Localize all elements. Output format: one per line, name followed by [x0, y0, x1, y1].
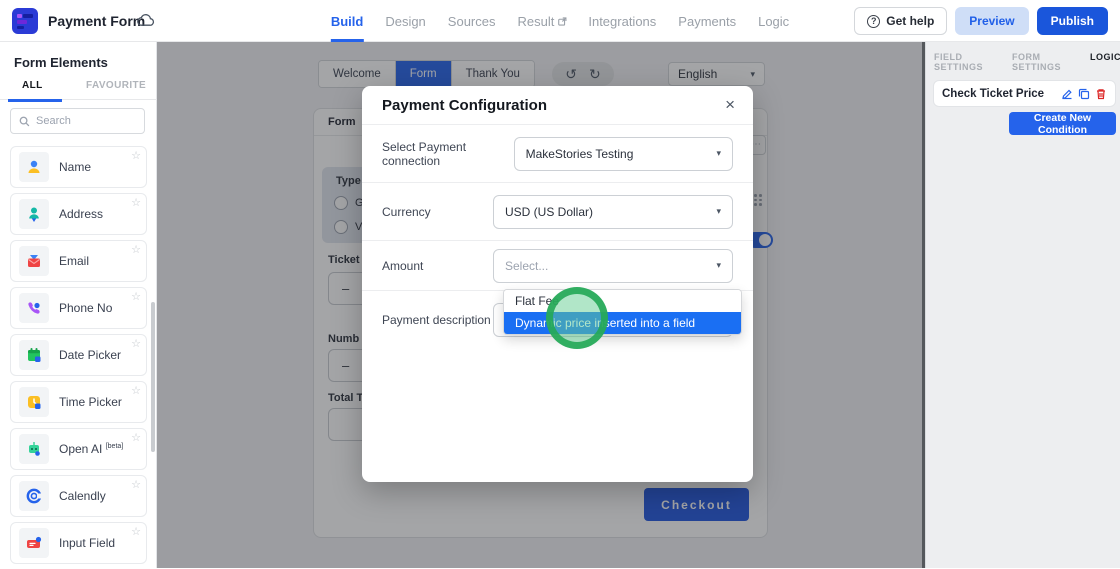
external-link-icon — [557, 17, 566, 26]
duplicate-icon[interactable] — [1078, 88, 1090, 100]
delete-icon[interactable] — [1095, 88, 1107, 100]
condition-card[interactable]: Check Ticket Price — [933, 80, 1116, 107]
favorite-star-icon[interactable]: ☆ — [131, 243, 141, 256]
nav-design[interactable]: Design — [385, 0, 425, 42]
payment-configuration-modal: Payment Configuration × Select Payment c… — [362, 86, 753, 482]
app-logo-icon — [12, 8, 38, 34]
chevron-down-icon: ▾ — [716, 260, 721, 271]
builder-canvas-area: Welcome Form Thank You ↺ ↻ English▾ Form… — [157, 42, 925, 568]
tab-logic[interactable]: LOGIC — [1090, 52, 1120, 72]
tab-field-settings[interactable]: FIELD SETTINGS — [934, 52, 1000, 72]
input-field-icon — [24, 533, 44, 553]
favorite-star-icon[interactable]: ☆ — [131, 337, 141, 350]
nav-logic[interactable]: Logic — [758, 0, 789, 42]
preview-button[interactable]: Preview — [955, 7, 1028, 35]
currency-label: Currency — [382, 205, 431, 219]
payment-connection-select[interactable]: MakeStories Testing▾ — [514, 137, 733, 171]
get-help-button[interactable]: ?Get help — [854, 7, 947, 35]
close-icon[interactable]: × — [725, 95, 735, 115]
favorite-star-icon[interactable]: ☆ — [131, 290, 141, 303]
element-name[interactable]: Name ☆ — [10, 146, 147, 188]
modal-title: Payment Configuration — [382, 97, 547, 114]
chevron-down-icon: ▾ — [716, 148, 721, 159]
element-time-picker[interactable]: Time Picker ☆ — [10, 381, 147, 423]
element-address[interactable]: Address ☆ — [10, 193, 147, 235]
clock-icon — [24, 392, 44, 412]
calendar-icon — [24, 345, 44, 365]
settings-panel: FIELD SETTINGS FORM SETTINGS LOGIC Check… — [925, 42, 1120, 568]
favorite-star-icon[interactable]: ☆ — [131, 149, 141, 162]
sidebar-title: Form Elements — [14, 55, 108, 70]
chevron-down-icon: ▾ — [716, 206, 721, 217]
nav-payments[interactable]: Payments — [678, 0, 736, 42]
search-input[interactable]: Search — [10, 108, 145, 134]
phone-icon — [24, 298, 44, 318]
search-icon — [19, 116, 30, 127]
nav-build[interactable]: Build — [331, 0, 364, 42]
connection-label: Select Payment connection — [382, 140, 514, 168]
beta-badge: [beta] — [106, 443, 124, 450]
email-icon — [24, 251, 44, 271]
menu-option-dynamic-price[interactable]: Dynamic price inserted into a field — [504, 312, 741, 334]
nav-integrations[interactable]: Integrations — [588, 0, 656, 42]
favorite-star-icon[interactable]: ☆ — [131, 478, 141, 491]
condition-name: Check Ticket Price — [942, 88, 1044, 100]
page-title: Payment Form — [48, 13, 145, 29]
amount-label: Amount — [382, 259, 423, 273]
element-date-picker[interactable]: Date Picker ☆ — [10, 334, 147, 376]
address-icon — [24, 204, 44, 224]
amount-select[interactable]: Select...▾ — [493, 249, 733, 283]
person-icon — [24, 157, 44, 177]
cloud-save-icon — [136, 12, 155, 28]
menu-option-flat-fee[interactable]: Flat Fee — [504, 290, 741, 312]
favorite-star-icon[interactable]: ☆ — [131, 196, 141, 209]
robot-icon — [24, 439, 44, 459]
tab-favourite[interactable]: FAVOURITE — [86, 80, 146, 91]
question-icon: ? — [867, 15, 880, 28]
publish-button[interactable]: Publish — [1037, 7, 1108, 35]
calendly-icon — [24, 486, 44, 506]
element-list: Name ☆ Address ☆ Email ☆ Phone No ☆ Date… — [10, 146, 147, 569]
tab-all[interactable]: ALL — [22, 80, 43, 91]
currency-select[interactable]: USD (US Dollar)▾ — [493, 195, 733, 229]
element-phone[interactable]: Phone No ☆ — [10, 287, 147, 329]
element-calendly[interactable]: Calendly ☆ — [10, 475, 147, 517]
create-new-condition-button[interactable]: Create New Condition — [1009, 112, 1116, 135]
settings-tabs: FIELD SETTINGS FORM SETTINGS LOGIC — [926, 52, 1120, 72]
form-elements-sidebar: Form Elements ALL FAVOURITE Search Name … — [0, 42, 157, 568]
description-label: Payment description — [382, 313, 491, 327]
nav-sources[interactable]: Sources — [448, 0, 496, 42]
sidebar-scrollbar[interactable] — [151, 302, 155, 452]
favorite-star-icon[interactable]: ☆ — [131, 525, 141, 538]
edit-icon[interactable] — [1061, 88, 1073, 100]
nav-result[interactable]: Result — [517, 0, 566, 42]
amount-dropdown-menu: Flat Fee Dynamic price inserted into a f… — [503, 289, 742, 335]
favorite-star-icon[interactable]: ☆ — [131, 431, 141, 444]
tab-form-settings[interactable]: FORM SETTINGS — [1012, 52, 1078, 72]
favorite-star-icon[interactable]: ☆ — [131, 384, 141, 397]
element-email[interactable]: Email ☆ — [10, 240, 147, 282]
top-bar: Payment Form Build Design Sources Result… — [0, 0, 1120, 42]
element-open-ai[interactable]: Open AI [beta] ☆ — [10, 428, 147, 470]
sidebar-tabs: ALL FAVOURITE — [0, 78, 157, 100]
top-nav: Build Design Sources Result Integrations… — [331, 0, 789, 42]
element-input-field[interactable]: Input Field ☆ — [10, 522, 147, 564]
